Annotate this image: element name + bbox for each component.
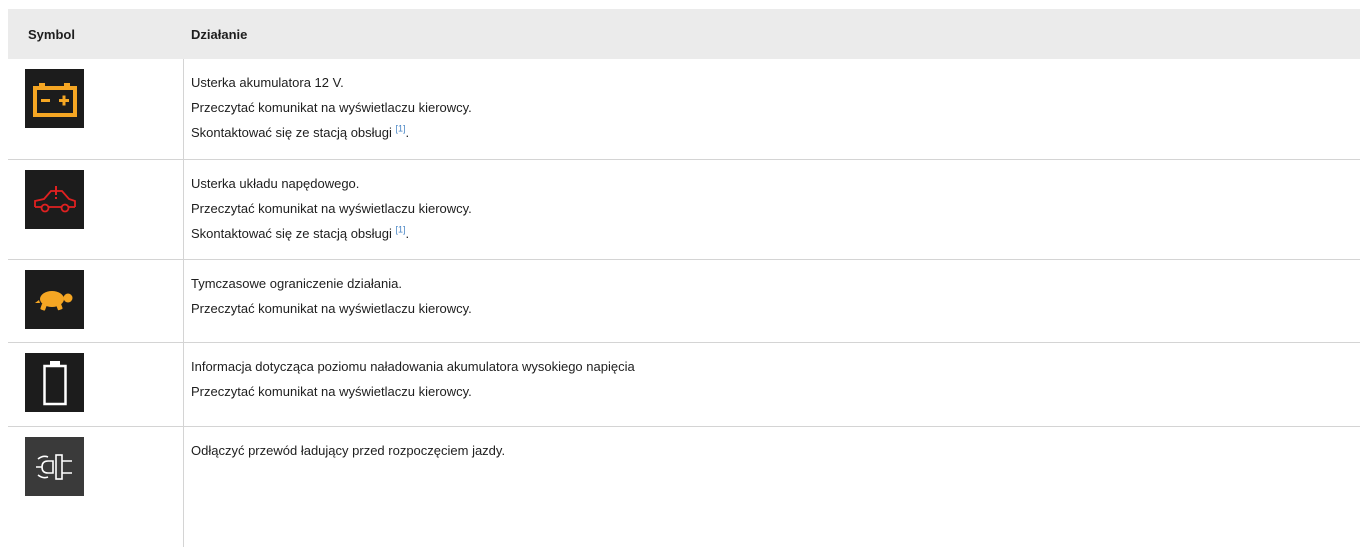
row-text-line: Przeczytać komunikat na wyświetlaczu kie… — [191, 100, 472, 115]
high-voltage-battery-level-icon — [25, 353, 84, 412]
row-text-line: Przeczytać komunikat na wyświetlaczu kie… — [191, 301, 472, 316]
battery-12v-warning-icon — [25, 69, 84, 128]
row-text-line: Skontaktować się ze stacją obsługi — [191, 226, 396, 241]
charging-cable-plug-icon — [25, 437, 84, 496]
table-row: Odłączyć przewód ładujący przed rozpoczę… — [8, 427, 1360, 547]
warning-symbols-table: Symbol Działanie Usterka akumulatora 12 … — [8, 9, 1360, 547]
table-row: Usterka układu napędowego. Przeczytać ko… — [8, 160, 1360, 260]
table-row: Usterka akumulatora 12 V. Przeczytać kom… — [8, 59, 1360, 160]
drivetrain-fault-icon — [25, 170, 84, 229]
header-symbol: Symbol — [28, 26, 75, 42]
row-text-line: Tymczasowe ograniczenie działania. — [191, 276, 402, 291]
table-row: Tymczasowe ograniczenie działania. Przec… — [8, 260, 1360, 343]
row-text-line: Skontaktować się ze stacją obsługi — [191, 125, 396, 140]
table-row: Informacja dotycząca poziomu naładowania… — [8, 343, 1360, 427]
row-text-line: Przeczytać komunikat na wyświetlaczu kie… — [191, 201, 472, 216]
footnote-link[interactable]: [1] — [396, 124, 406, 134]
row-text-line: Odłączyć przewód ładujący przed rozpoczę… — [191, 443, 506, 458]
footnote-link[interactable]: [1] — [396, 225, 406, 235]
row-text-line: Informacja dotycząca poziomu naładowania… — [191, 359, 635, 374]
row-text-line: Usterka akumulatora 12 V. — [191, 75, 344, 90]
row-text-line: Usterka układu napędowego. — [191, 176, 360, 191]
header-action: Działanie — [191, 26, 248, 42]
row-text-line: Przeczytać komunikat na wyświetlaczu kie… — [191, 384, 472, 399]
table-header: Symbol Działanie — [8, 9, 1360, 59]
turtle-limited-performance-icon — [25, 270, 84, 329]
